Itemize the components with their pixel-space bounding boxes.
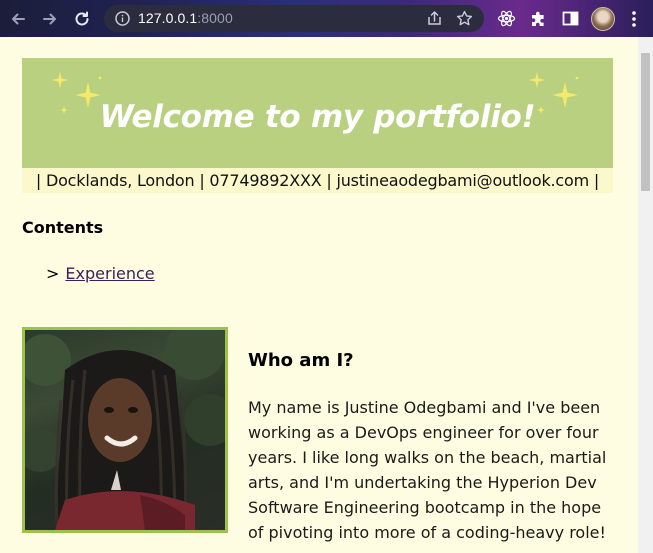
about-heading: Who am I?: [248, 350, 354, 371]
contact-bar: | Docklands, London | 07749892XXX | just…: [22, 168, 613, 193]
page-content: Welcome to my portfolio! | Docklands, Lo…: [0, 37, 638, 553]
experience-link[interactable]: Experience: [65, 264, 154, 283]
welcome-banner: Welcome to my portfolio!: [22, 58, 613, 168]
about-paragraph: My name is Justine Odegbami and I've bee…: [248, 398, 607, 542]
avatar[interactable]: [591, 7, 615, 31]
info-icon[interactable]: [114, 10, 131, 27]
arrow-right-icon: [43, 13, 56, 25]
scrollbar-thumb[interactable]: [641, 53, 650, 191]
url-port: :8000: [197, 10, 233, 26]
reload-button[interactable]: [72, 9, 92, 29]
contact-info: | Docklands, London | 07749892XXX | just…: [35, 171, 600, 190]
vertical-scrollbar[interactable]: [638, 37, 653, 553]
address-bar[interactable]: 127.0.0.1:8000: [104, 5, 484, 32]
forward-button[interactable]: [40, 9, 60, 29]
react-icon[interactable]: [497, 9, 516, 28]
browser-toolbar: 127.0.0.1:8000: [0, 0, 653, 37]
profile-photo: [22, 327, 228, 533]
url-text: 127.0.0.1:8000: [138, 10, 233, 26]
back-button[interactable]: [8, 9, 28, 29]
portrait-image: [25, 330, 225, 530]
banner-title: Welcome to my portfolio!: [99, 99, 536, 135]
arrow-left-icon: [12, 13, 25, 25]
toc-marker: >: [46, 264, 60, 283]
share-icon[interactable]: [425, 9, 444, 28]
reload-icon: [75, 11, 89, 26]
kebab-menu-icon[interactable]: [627, 9, 641, 29]
star-icon[interactable]: [455, 9, 474, 28]
side-panel-icon[interactable]: [561, 9, 580, 28]
puzzle-icon[interactable]: [529, 9, 548, 28]
contents-heading: Contents: [22, 218, 104, 237]
url-host: 127.0.0.1: [138, 10, 198, 26]
toc-item-experience: > Experience: [46, 264, 155, 283]
